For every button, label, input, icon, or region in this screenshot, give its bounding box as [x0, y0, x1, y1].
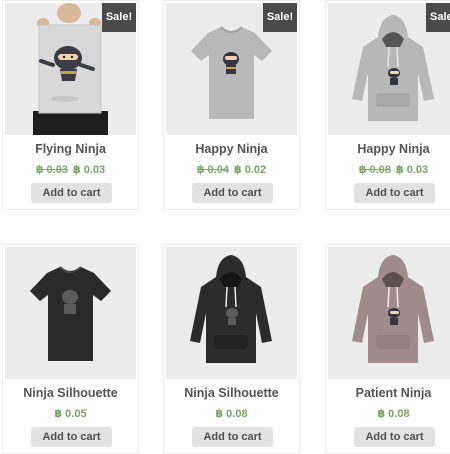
product-card[interactable]: Ninja Silhouette ฿ 0.05 Add to cart	[2, 244, 139, 454]
product-price: ฿ 0.05	[3, 407, 138, 420]
add-to-cart-button[interactable]: Add to cart	[354, 427, 435, 447]
hoodie-icon	[328, 247, 450, 379]
product-card[interactable]: Sale! Flying Ninja ฿ 0.03 ฿ 0.03 Add to …	[2, 0, 139, 210]
product-grid: Sale! Flying Ninja ฿ 0.03 ฿ 0.03 Add to …	[0, 0, 450, 454]
product-title[interactable]: Ninja Silhouette	[164, 386, 299, 400]
product-card[interactable]: Sale Happy Ninja ฿ 0.08 ฿ 0.03 Add to ca…	[325, 0, 450, 210]
product-image[interactable]	[166, 247, 297, 379]
price-value: ฿ 0.08	[215, 408, 248, 420]
product-price: ฿ 0.08 ฿ 0.03	[326, 163, 450, 176]
old-price: ฿ 0.04	[196, 164, 229, 176]
add-to-cart-button[interactable]: Add to cart	[31, 183, 112, 203]
price-value: ฿ 0.05	[54, 408, 87, 420]
product-title[interactable]: Ninja Silhouette	[3, 386, 138, 400]
product-price: ฿ 0.08	[164, 407, 299, 420]
add-to-cart-button[interactable]: Add to cart	[31, 427, 112, 447]
old-price: ฿ 0.03	[35, 164, 68, 176]
sale-badge: Sale!	[102, 3, 136, 32]
hoodie-icon	[166, 247, 297, 379]
sale-price: ฿ 0.03	[396, 164, 429, 176]
product-card[interactable]: Ninja Silhouette ฿ 0.08 Add to cart	[163, 244, 300, 454]
add-to-cart-button[interactable]: Add to cart	[354, 183, 435, 203]
price-value: ฿ 0.08	[377, 408, 410, 420]
product-title[interactable]: Happy Ninja	[164, 142, 299, 156]
sale-badge: Sale!	[263, 3, 297, 32]
sale-price: ฿ 0.03	[73, 164, 106, 176]
add-to-cart-button[interactable]: Add to cart	[192, 183, 273, 203]
product-image[interactable]	[5, 247, 136, 379]
product-image[interactable]	[328, 247, 450, 379]
product-price: ฿ 0.03 ฿ 0.03	[3, 163, 138, 176]
sale-price: ฿ 0.02	[234, 164, 267, 176]
product-title[interactable]: Happy Ninja	[326, 142, 450, 156]
product-card[interactable]: Sale! Happy Ninja ฿ 0.04 ฿ 0.02 Add to c…	[163, 0, 300, 210]
product-price: ฿ 0.08	[326, 407, 450, 420]
product-card[interactable]: Patient Ninja ฿ 0.08 Add to cart	[325, 244, 450, 454]
sale-badge: Sale	[426, 3, 450, 32]
product-title[interactable]: Patient Ninja	[326, 386, 450, 400]
product-title[interactable]: Flying Ninja	[3, 142, 138, 156]
tshirt-icon	[5, 247, 136, 379]
add-to-cart-button[interactable]: Add to cart	[192, 427, 273, 447]
product-price: ฿ 0.04 ฿ 0.02	[164, 163, 299, 176]
old-price: ฿ 0.08	[358, 164, 391, 176]
